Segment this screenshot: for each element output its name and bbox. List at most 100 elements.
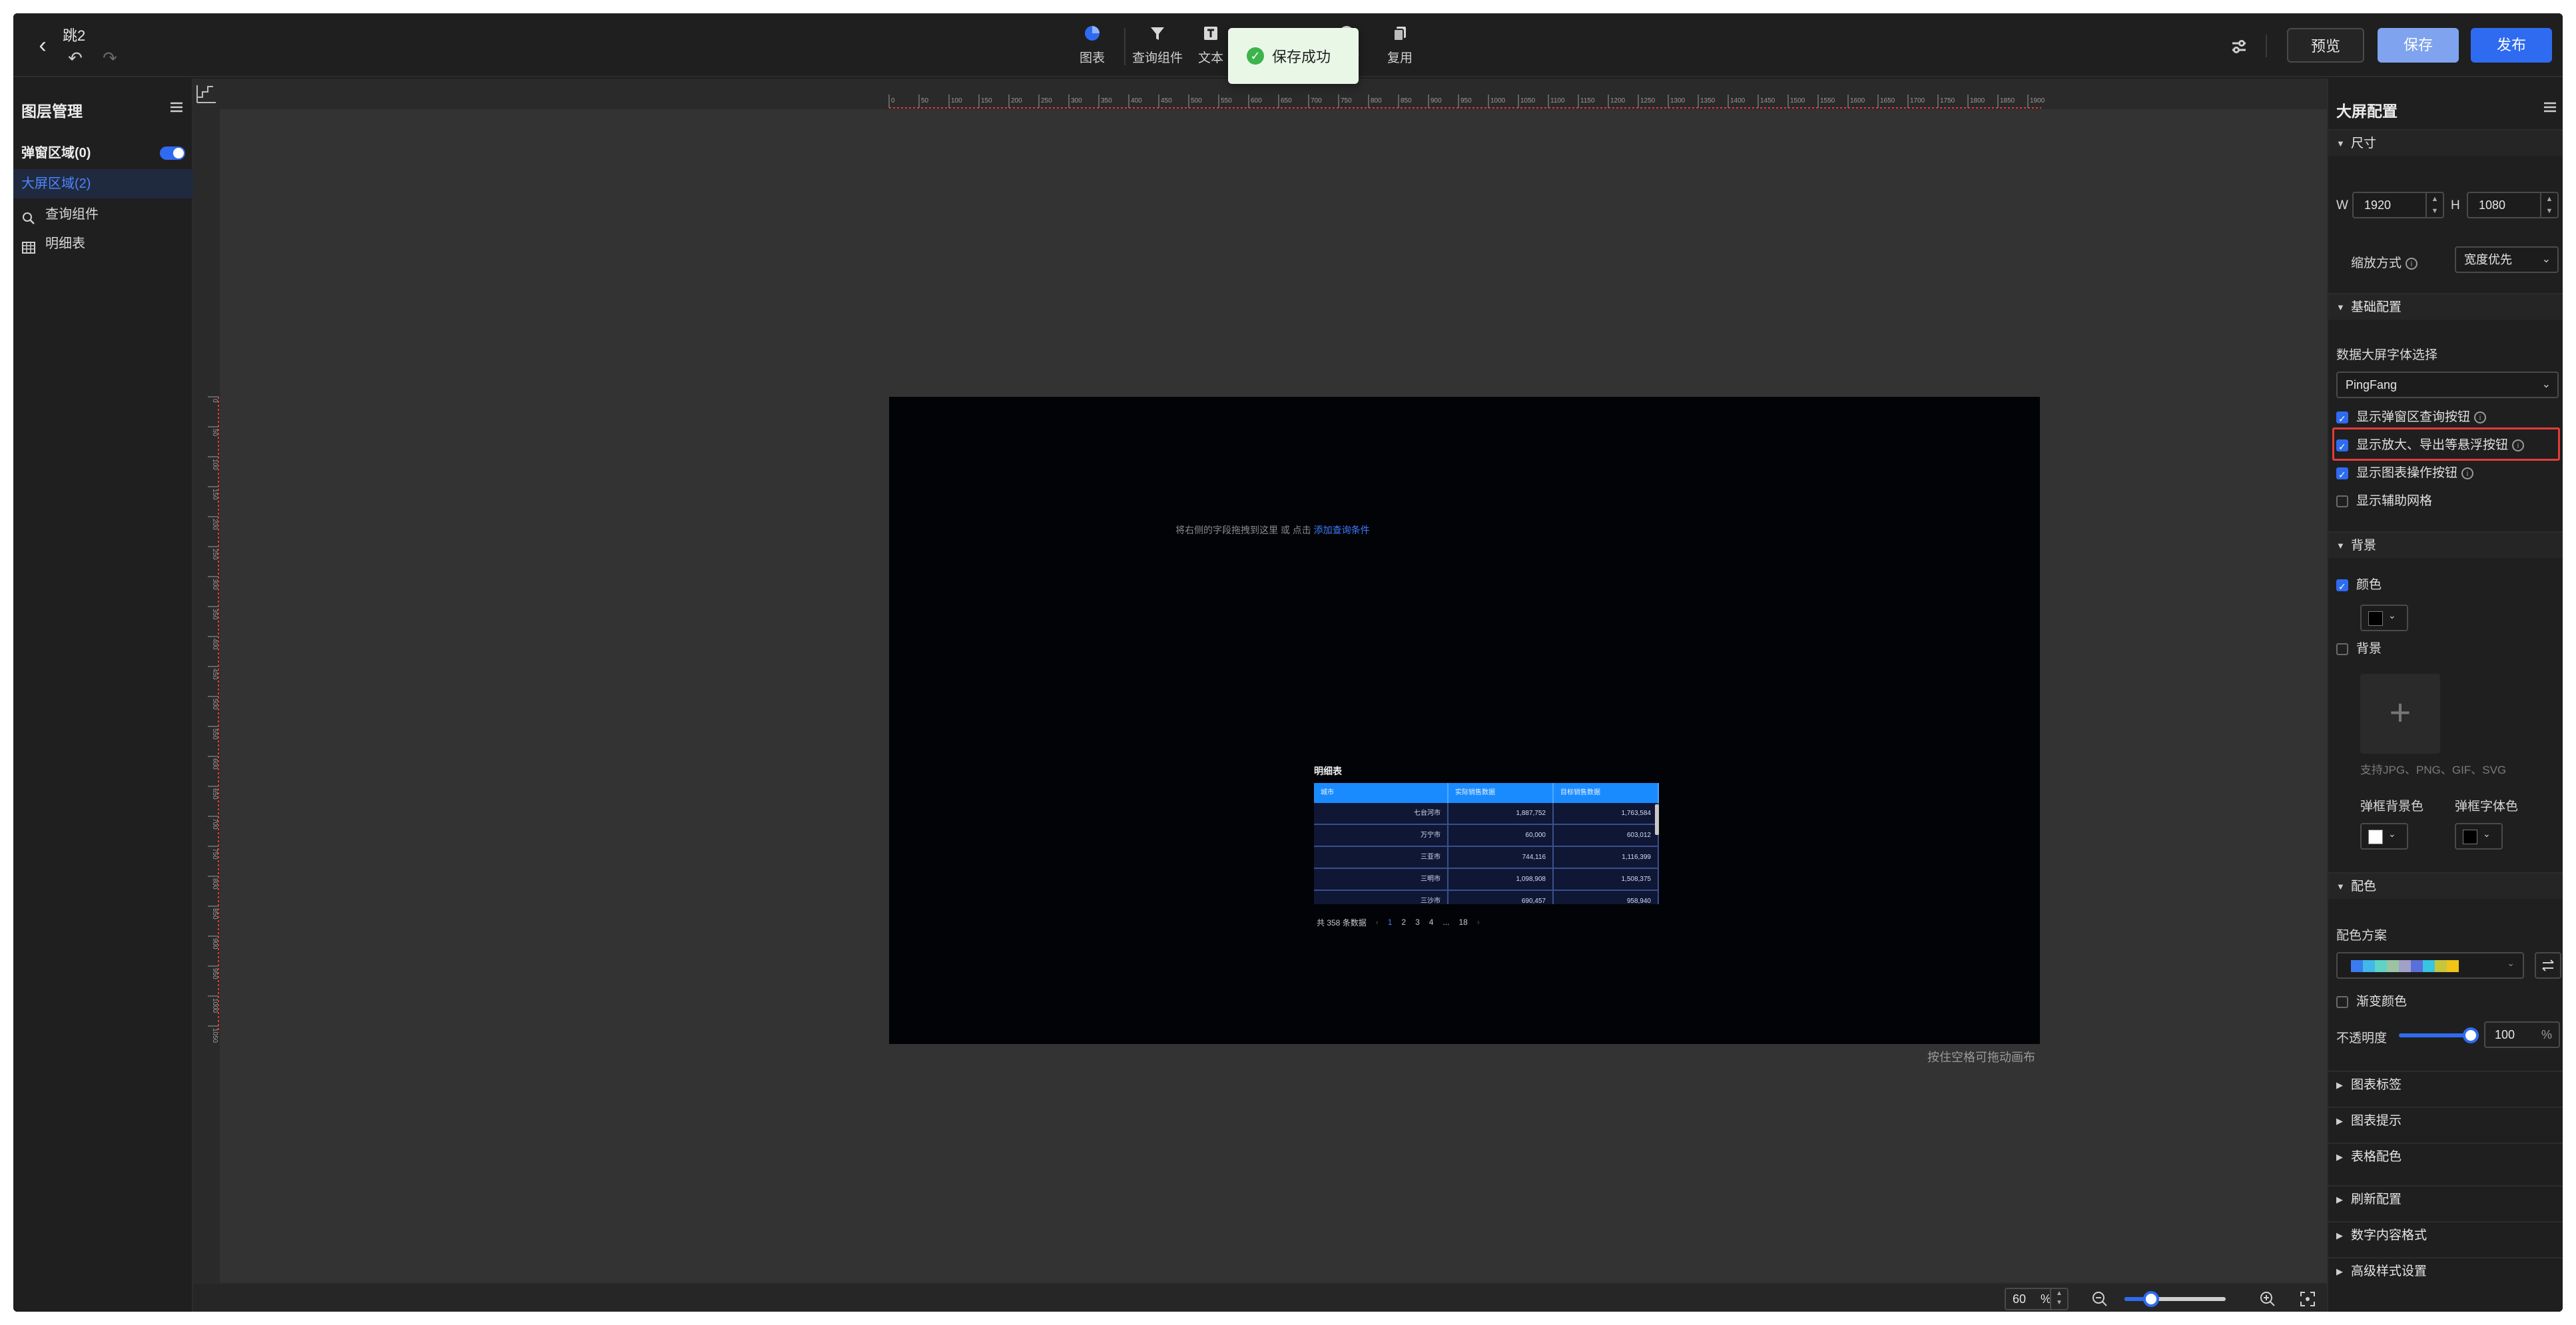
option-popup-query-button[interactable]: 显示弹窗区查询按钮i (2336, 407, 2487, 429)
next-page-icon[interactable]: › (1477, 918, 1480, 927)
zoom-slider-handle[interactable] (2143, 1291, 2159, 1307)
ruler-tick-label: 700 (1311, 97, 1322, 105)
ruler-tick-label: 350 (1101, 97, 1112, 105)
preview-button[interactable]: 预览 (2287, 28, 2364, 63)
popup-area-row[interactable]: 弹窗区域(0) (13, 138, 193, 168)
section-background[interactable]: ▼ 背景 (2328, 531, 2563, 558)
ruler-tick-label: 300 (1071, 97, 1082, 105)
page-number[interactable]: 4 (1429, 918, 1434, 927)
section-table-colors[interactable]: ▶ 表格配色 (2328, 1143, 2563, 1169)
upload-image-button[interactable]: + (2360, 674, 2440, 754)
checkbox[interactable] (2336, 577, 2348, 597)
big-screen-canvas[interactable]: 将右侧的字段拖拽到这里 或 点击 添加查询条件 明细表 城市 实际销售数据 目标… (889, 397, 2040, 1044)
info-icon[interactable]: i (2461, 467, 2474, 479)
zoom-in-icon[interactable] (2259, 1290, 2276, 1308)
page-number[interactable]: 2 (1401, 918, 1406, 927)
tool-query[interactable]: 查询组件 (1131, 21, 1184, 72)
vertical-ruler-ticks: 0 50 100 150 200 250 300 350 400 450 500 550 600 650 7… (208, 396, 219, 1043)
zoom-slider[interactable] (2124, 1291, 2226, 1307)
section-number-format[interactable]: ▶ 数字内容格式 (2328, 1221, 2563, 1248)
option-grid[interactable]: 显示辅助网格 (2336, 491, 2432, 511)
bg-color-picker[interactable]: ⌄ (2360, 605, 2408, 631)
section-advanced-style[interactable]: ▶ 高级样式设置 (2328, 1257, 2563, 1284)
page-number[interactable]: 18 (1458, 918, 1467, 927)
menu-icon[interactable] (2541, 99, 2559, 116)
back-button[interactable]: ‹ (29, 32, 56, 59)
table-cell: 1,508,375 (1554, 869, 1659, 890)
screen-area-row[interactable]: 大屏区域(2) (13, 169, 193, 198)
option-label: 显示辅助网格 (2356, 494, 2433, 508)
height-input[interactable]: 1080 ▲ ▼ (2467, 192, 2559, 218)
width-stepper[interactable]: ▲ ▼ (2425, 193, 2443, 217)
option-gradient[interactable]: 渐变颜色 (2336, 992, 2407, 1012)
page-number[interactable]: 1 (1388, 918, 1393, 927)
scale-mode-select[interactable]: 宽度优先 ⌄ (2455, 246, 2559, 273)
checkbox[interactable] (2336, 996, 2348, 1008)
width-label: W (2336, 198, 2348, 212)
settings-sliders-icon[interactable] (2226, 33, 2252, 60)
color-swatch (2463, 830, 2477, 844)
panel-title: 图层管理 (21, 103, 83, 120)
chevron-down-icon: ⌄ (2388, 828, 2396, 839)
option-label: 颜色 (2356, 578, 2382, 592)
opacity-input[interactable]: 100 % (2484, 1021, 2560, 1048)
page-ellipsis[interactable]: ... (1443, 918, 1449, 927)
page-number[interactable]: 3 (1415, 918, 1420, 927)
table-icon (21, 236, 36, 254)
ruler-tick-label: 50 (921, 97, 929, 105)
tool-label: 查询组件 (1131, 51, 1183, 65)
undo-icon[interactable]: ↶ (65, 48, 85, 68)
info-icon[interactable]: i (2406, 257, 2418, 270)
save-button[interactable]: 保存 (2378, 28, 2459, 63)
checkbox[interactable] (2336, 409, 2348, 429)
tool-reuse[interactable]: 复用 (1373, 21, 1427, 72)
option-bg-image[interactable]: 背景 (2336, 639, 2382, 659)
option-bg-color[interactable]: 颜色 (2336, 575, 2382, 597)
section-size[interactable]: ▼ 尺寸 (2328, 129, 2563, 156)
zoom-stepper[interactable]: ▲ ▼ (2050, 1289, 2067, 1309)
color-scheme-select[interactable]: ⌄ (2336, 952, 2524, 979)
publish-button[interactable]: 发布 (2471, 28, 2552, 63)
opacity-slider-handle[interactable] (2463, 1027, 2479, 1043)
table-cell: 744,116 (1449, 847, 1554, 868)
tool-chart[interactable]: 图表 (1066, 21, 1119, 72)
prev-page-icon[interactable]: ‹ (1376, 918, 1379, 927)
ruler-tick-label: 200 (211, 519, 218, 530)
redo-icon[interactable]: ↷ (100, 48, 120, 68)
query-drop-zone[interactable]: 将右侧的字段拖拽到这里 或 点击 添加查询条件 (1175, 523, 1370, 537)
ruler-tick-label: 1050 (211, 1028, 218, 1043)
section-refresh[interactable]: ▶ 刷新配置 (2328, 1185, 2563, 1212)
popup-font-color-picker[interactable]: ⌄ (2455, 823, 2503, 850)
canvas-area[interactable]: 0 50 100 150 200 250 300 350 400 450 500 550 600 650 7… (193, 79, 2327, 1282)
height-stepper[interactable]: ▲ ▼ (2540, 193, 2557, 217)
color-scheme-settings-icon[interactable] (2535, 952, 2561, 979)
section-label: 图表标签 (2351, 1078, 2402, 1092)
table-cell: 三明市 (1314, 869, 1449, 890)
section-basic[interactable]: ▼ 基础配置 (2328, 293, 2563, 320)
menu-icon[interactable] (168, 99, 185, 116)
add-query-link[interactable]: 添加查询条件 (1314, 525, 1370, 535)
opacity-slider[interactable] (2399, 1027, 2479, 1043)
checkbox[interactable] (2336, 495, 2348, 507)
width-input[interactable]: 1920 ▲ ▼ (2352, 192, 2444, 218)
popup-area-toggle[interactable] (160, 146, 185, 160)
checkbox[interactable] (2336, 465, 2348, 485)
layer-item-table[interactable]: 明细表 (13, 229, 193, 258)
fit-screen-icon[interactable] (2299, 1290, 2316, 1308)
section-chart-labels[interactable]: ▶ 图表标签 (2328, 1071, 2563, 1097)
zoom-out-icon[interactable] (2091, 1290, 2108, 1308)
layer-item-query[interactable]: 查询组件 (13, 200, 193, 229)
font-select[interactable]: PingFang ⌄ (2336, 372, 2559, 398)
option-chart-action-buttons[interactable]: 显示图表操作按钮i (2336, 463, 2474, 485)
zoom-input[interactable]: 60 % ▲ ▼ (2005, 1288, 2069, 1310)
ruler-tick-label: 1500 (1790, 97, 1805, 105)
ruler-tick-label: 250 (1041, 97, 1052, 105)
table-scrollbar[interactable] (1655, 804, 1659, 835)
info-icon[interactable]: i (2474, 411, 2487, 423)
section-colors[interactable]: ▼ 配色 (2328, 872, 2563, 899)
checkbox[interactable] (2336, 643, 2348, 655)
detail-table[interactable]: 城市 实际销售数据 目标销售数据 七台河市 1,887,752 1,763,58… (1314, 783, 1659, 904)
popup-bg-color-picker[interactable]: ⌄ (2360, 823, 2408, 850)
section-chart-tooltip[interactable]: ▶ 图表提示 (2328, 1107, 2563, 1133)
table-cell: 958,940 (1554, 891, 1659, 904)
